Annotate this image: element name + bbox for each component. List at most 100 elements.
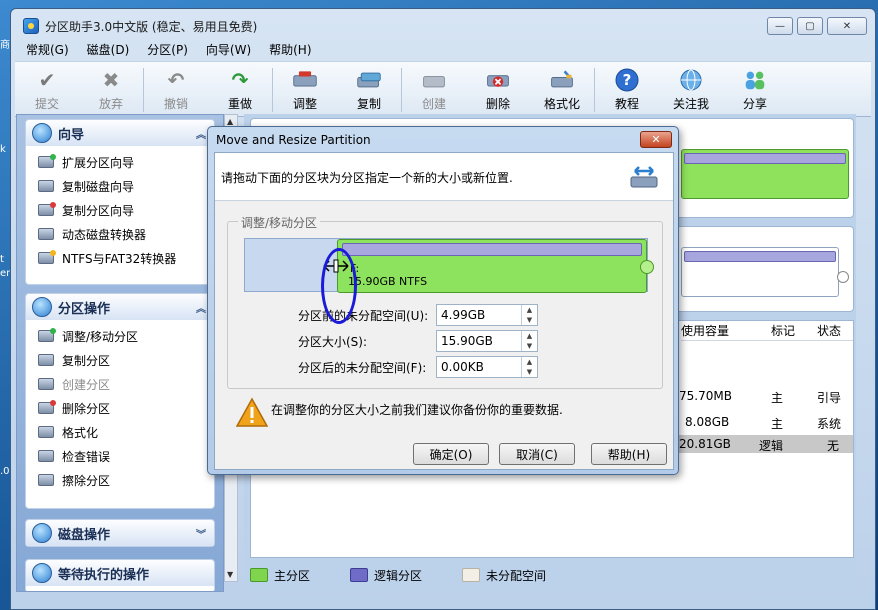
menu-disk[interactable]: 磁盘(D) <box>78 39 139 59</box>
dialog-instruction: 请拖动下面的分区块为分区指定一个新的大小或新位置. <box>221 171 513 185</box>
tutorial-button[interactable]: ? 教程 <box>595 62 659 118</box>
copy-button[interactable]: 复制 <box>337 62 401 118</box>
field-after: 分区后的未分配空间(F): 0.00KB ▲ ▼ <box>298 356 538 378</box>
pending-ops-header[interactable]: 等待执行的操作 <box>26 560 214 586</box>
op-create[interactable]: 创建分区 <box>38 372 214 396</box>
disk2-partition-block[interactable] <box>681 247 839 297</box>
wizard-item-dynamic[interactable]: 动态磁盘转换器 <box>38 222 214 246</box>
resize-groupbox: 调整/移动分区 F: 15.90GB NTFS 分区前的未分配空间(U): 4.… <box>227 214 663 389</box>
partition-slider-track[interactable]: F: 15.90GB NTFS <box>244 238 654 293</box>
commit-button[interactable]: ✔ 提交 <box>15 62 79 118</box>
expand-chevron-icon[interactable]: ︾ <box>196 526 206 541</box>
disk-icon <box>38 250 56 264</box>
disk-icon <box>38 180 54 192</box>
disk-icon <box>38 202 56 216</box>
wizard-item-label: 扩展分区向导 <box>62 155 135 170</box>
unallocated-after-input[interactable]: 0.00KB ▲ ▼ <box>436 356 538 378</box>
format-button[interactable]: 格式化 <box>530 62 594 118</box>
maximize-button[interactable]: ▢ <box>797 17 823 35</box>
partition-ops-panel: 分区操作 ︽ 调整/移动分区 复制分区 创建分区 删除分区 格式化 检查错误 擦… <box>25 293 215 509</box>
toolbar: ✔ 提交 ✖ 放弃 ↶ 撤销 ↷ 重做 调整 复制 创建 删除 格式化 ? 教程… <box>15 61 871 117</box>
partition-slider-block[interactable]: F: 15.90GB NTFS <box>337 239 654 293</box>
right-resize-handle[interactable] <box>640 260 654 274</box>
legend-unallocated: 未分配空间 <box>462 567 546 584</box>
col-status[interactable]: 状态 <box>805 321 853 341</box>
discard-button[interactable]: ✖ 放弃 <box>79 62 143 118</box>
menu-help[interactable]: 帮助(H) <box>260 39 320 59</box>
scroll-down-icon[interactable]: ▼ <box>227 570 233 579</box>
op-check[interactable]: 检查错误 <box>38 444 214 468</box>
op-resize-move[interactable]: 调整/移动分区 <box>38 324 214 348</box>
dialog-body: 请拖动下面的分区块为分区指定一个新的大小或新位置. 调整/移动分区 F: 15.… <box>214 152 674 470</box>
wizard-item-ntfs-fat32[interactable]: NTFS与FAT32转换器 <box>38 246 214 270</box>
menu-partition[interactable]: 分区(P) <box>138 39 197 59</box>
resize-button[interactable]: 调整 <box>273 62 337 118</box>
spin-value: 15.90GB <box>441 334 493 348</box>
col-used[interactable]: 使用容量 <box>681 321 761 341</box>
follow-button[interactable]: 关注我 <box>659 62 723 118</box>
desktop-icon-label: t <box>0 254 4 265</box>
partition-ops-icon <box>32 297 52 317</box>
spin-down-icon[interactable]: ▼ <box>522 341 537 351</box>
minimize-button[interactable]: — <box>767 17 793 35</box>
desktop-icon-label: er <box>0 268 11 279</box>
cell-flag: 逻辑 <box>759 439 784 453</box>
collapse-chevron-icon[interactable]: ︽ <box>196 126 206 141</box>
redo-button[interactable]: ↷ 重做 <box>208 62 272 118</box>
menu-wizard[interactable]: 向导(W) <box>197 39 260 59</box>
scroll-up-icon[interactable]: ▲ <box>227 117 233 126</box>
legend-label: 主分区 <box>274 568 311 583</box>
close-window-button[interactable]: ✕ <box>827 17 867 35</box>
delete-button[interactable]: 删除 <box>466 62 530 118</box>
collapse-chevron-icon[interactable]: ︽ <box>196 300 206 315</box>
help-button[interactable]: 帮助(H) <box>591 443 667 465</box>
ok-button[interactable]: 确定(O) <box>413 443 489 465</box>
resize-arrows-icon <box>629 163 659 191</box>
op-label: 检查错误 <box>62 449 111 464</box>
dialog-close-button[interactable]: ✕ <box>640 131 672 148</box>
spin-up-icon[interactable]: ▲ <box>522 305 537 315</box>
spin-value: 4.99GB <box>441 308 486 322</box>
resize-handle[interactable] <box>837 271 849 283</box>
field-after-label: 分区后的未分配空间(F): <box>298 360 427 375</box>
op-label: 删除分区 <box>62 401 111 416</box>
svg-text:?: ? <box>623 71 632 89</box>
wizard-item-copy-partition[interactable]: 复制分区向导 <box>38 198 214 222</box>
spin-up-icon[interactable]: ▲ <box>522 331 537 341</box>
window-title: 分区助手3.0中文版 (稳定、易用且免费) <box>45 20 258 34</box>
op-copy[interactable]: 复制分区 <box>38 348 214 372</box>
legend-swatch <box>350 568 369 582</box>
partition-ops-header[interactable]: 分区操作 ︽ <box>26 294 214 320</box>
spin-down-icon[interactable]: ▼ <box>522 315 537 325</box>
field-size-label: 分区大小(S): <box>298 334 368 349</box>
spin-down-icon[interactable]: ▼ <box>522 367 537 377</box>
delete-disk-icon <box>485 68 511 92</box>
spin-value: 0.00KB <box>441 360 484 374</box>
create-button[interactable]: 创建 <box>402 62 466 118</box>
spin-up-icon[interactable]: ▲ <box>522 357 537 367</box>
wizard-item-extend[interactable]: 扩展分区向导 <box>38 150 214 174</box>
cell-status: 系统 <box>817 417 842 431</box>
partition-size-input[interactable]: 15.90GB ▲ ▼ <box>436 330 538 352</box>
cancel-button[interactable]: 取消(C) <box>499 443 575 465</box>
op-format[interactable]: 格式化 <box>38 420 214 444</box>
share-button[interactable]: 分享 <box>723 62 787 118</box>
cell-status: 无 <box>827 439 840 453</box>
follow-globe-icon <box>678 68 704 92</box>
undo-button[interactable]: ↶ 撤销 <box>144 62 208 118</box>
wizard-item-copy-disk[interactable]: 复制磁盘向导 <box>38 174 214 198</box>
format-disk-icon <box>549 68 575 92</box>
col-flag[interactable]: 标记 <box>761 321 805 341</box>
disk1-partition-block[interactable] <box>681 149 849 199</box>
menu-general[interactable]: 常规(G) <box>17 39 78 59</box>
op-label: 格式化 <box>62 425 99 440</box>
cell-used: 8.08GB <box>685 415 730 429</box>
wizard-panel-header[interactable]: 向导 ︽ <box>26 120 214 146</box>
op-wipe[interactable]: 擦除分区 <box>38 468 214 492</box>
disk-ops-header[interactable]: 磁盘操作 ︾ <box>26 520 214 546</box>
pending-ops-icon <box>32 563 52 583</box>
title-bar[interactable]: 分区助手3.0中文版 (稳定、易用且免费) — ▢ ✕ <box>11 9 875 41</box>
unallocated-before-input[interactable]: 4.99GB ▲ ▼ <box>436 304 538 326</box>
op-delete[interactable]: 删除分区 <box>38 396 214 420</box>
legend-swatch <box>462 568 481 582</box>
